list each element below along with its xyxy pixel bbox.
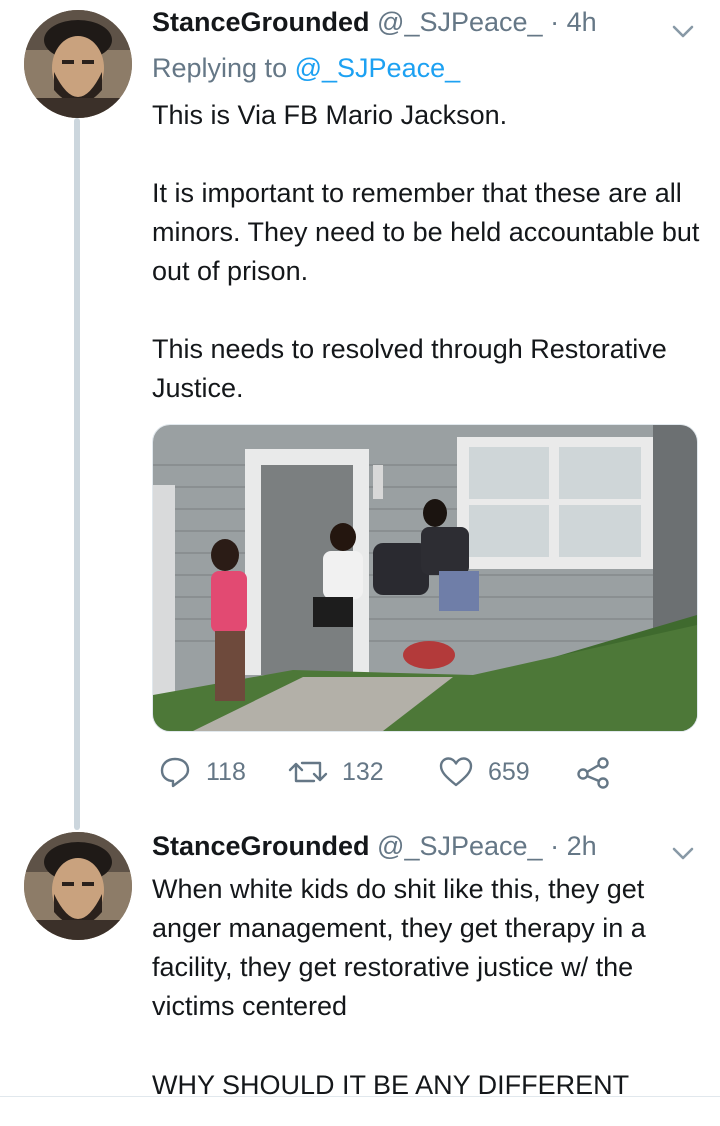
timestamp[interactable]: 2h <box>567 831 597 861</box>
tweet-paragraph: This is Via FB Mario Jackson. <box>152 100 508 130</box>
tweet-paragraph: This needs to resolved through Restorati… <box>152 334 667 403</box>
avatar[interactable] <box>24 10 132 118</box>
like-count: 659 <box>488 757 530 786</box>
replying-label: Replying to <box>152 53 288 83</box>
chevron-down-icon[interactable] <box>668 16 698 46</box>
separator: · <box>550 7 560 37</box>
retweet-button[interactable]: 132 <box>288 752 384 792</box>
chevron-down-icon[interactable] <box>668 838 698 868</box>
retweet-icon <box>288 755 328 789</box>
like-button[interactable]: 659 <box>438 752 530 792</box>
retweet-count: 132 <box>342 757 384 786</box>
tweet-paragraph: WHY SHOULD IT BE ANY DIFFERENT <box>152 1070 630 1096</box>
tweet-text: This is Via FB Mario Jackson. It is impo… <box>152 96 702 408</box>
replying-to: Replying to @_SJPeace_ <box>152 52 460 84</box>
tweet-actions: 118 132 659 <box>152 752 632 792</box>
divider <box>0 1096 720 1097</box>
reply-button[interactable]: 118 <box>158 752 246 792</box>
thread-line <box>74 118 80 830</box>
share-icon <box>576 755 612 789</box>
tweet-header: StanceGrounded @_SJPeace_ · 4h <box>152 6 597 38</box>
tweet-paragraph: When white kids do shit like this, they … <box>152 874 646 1021</box>
tweet-paragraph: It is important to remember that these a… <box>152 178 700 286</box>
display-name[interactable]: StanceGrounded <box>152 831 370 861</box>
replying-mention[interactable]: @_SJPeace_ <box>295 53 461 83</box>
tweet-text: When white kids do shit like this, they … <box>152 870 702 1026</box>
share-button[interactable] <box>576 752 612 792</box>
reply-count: 118 <box>206 757 246 786</box>
video-thumbnail[interactable] <box>152 424 698 732</box>
user-handle[interactable]: @_SJPeace_ <box>377 831 543 861</box>
timestamp[interactable]: 4h <box>567 7 597 37</box>
heart-icon <box>438 755 474 789</box>
user-handle[interactable]: @_SJPeace_ <box>377 7 543 37</box>
avatar[interactable] <box>24 832 132 940</box>
display-name[interactable]: StanceGrounded <box>152 7 370 37</box>
separator: · <box>550 831 560 861</box>
reply-icon <box>158 755 192 789</box>
tweet-header: StanceGrounded @_SJPeace_ · 2h <box>152 830 597 862</box>
timeline: StanceGrounded @_SJPeace_ · 4h Replying … <box>0 0 720 1096</box>
